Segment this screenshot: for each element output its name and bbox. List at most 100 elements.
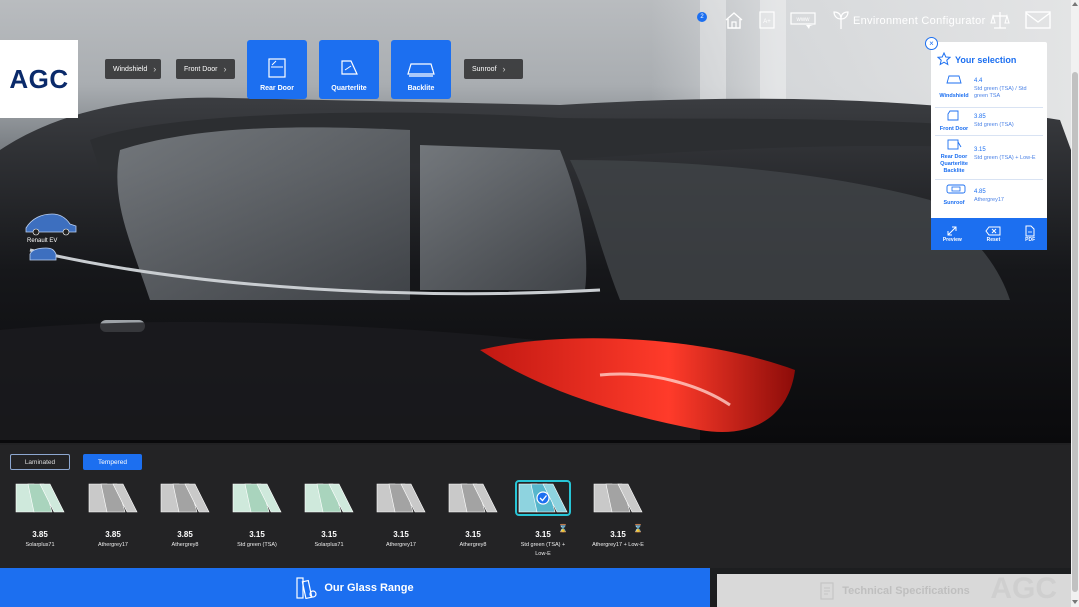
selection-row-rear-door[interactable]: Rear Door Quarterlite Backlite 3.15 Std … — [935, 138, 1043, 180]
selection-row-value: 3.85 — [974, 114, 986, 120]
glass-card-name: Athergrey8 — [459, 542, 487, 548]
tab-sunroof-label: Sunroof — [472, 65, 497, 73]
pdf-label: PDF — [1025, 237, 1036, 243]
tab-backlite-label: Backlite — [407, 85, 435, 92]
tab-quarterlite[interactable]: Quarterlite — [319, 40, 379, 99]
glass-card[interactable]: 3.15 Athergrey17 — [373, 480, 429, 550]
mail-icon[interactable] — [1025, 10, 1051, 30]
glass-sample-icon — [304, 483, 354, 513]
svg-text:A+: A+ — [763, 19, 771, 25]
glass-card-name: Athergrey17 — [386, 542, 416, 548]
glass-card[interactable]: 3.15 Athergrey17 + Low-E ⌛ — [590, 480, 646, 550]
star-icon — [937, 52, 951, 66]
glass-card-value: 3.15 — [249, 530, 265, 539]
website-icon[interactable]: www — [790, 10, 816, 30]
tab-front-door-label: Front Door — [184, 65, 218, 73]
glass-range-label: Our Glass Range — [324, 581, 414, 594]
reset-icon — [985, 226, 1001, 236]
text-size-icon[interactable]: A+ — [758, 10, 776, 30]
scroll-up-arrow[interactable] — [1072, 2, 1078, 6]
pdf-button[interactable]: PDF — [1025, 225, 1035, 243]
agc-watermark: AGC — [990, 574, 1057, 605]
selection-row-value: 4.85 — [974, 189, 986, 195]
glass-range-icon — [296, 576, 317, 599]
backlite-icon — [407, 63, 435, 77]
glass-card[interactable]: 3.85 Solarplus71 — [12, 480, 68, 550]
selection-row-sunroof[interactable]: Sunroof 4.85 Athergrey17 — [935, 182, 1043, 211]
agc-logo[interactable]: AGC — [0, 40, 78, 118]
glass-card-name: Athergrey17 + Low-E — [592, 542, 644, 548]
hourglass-icon: ⌛ — [558, 524, 568, 533]
reset-button[interactable]: Reset — [985, 225, 1001, 243]
glass-card-name: Std green (TSA) — [237, 542, 277, 548]
tab-rear-door[interactable]: Rear Door — [247, 40, 307, 99]
rear-door-icon — [268, 58, 286, 78]
front-door-icon — [947, 110, 959, 121]
windshield-icon — [946, 75, 962, 84]
selection-row-name: Rear Door Quarterlite Backlite — [940, 154, 968, 174]
environment-icon[interactable] — [833, 10, 849, 30]
glass-selection-area: Laminated Tempered 3.85 Solarplus71 3.85 At… — [0, 443, 1071, 568]
hourglass-icon: ⌛ — [633, 524, 643, 533]
glass-card[interactable]: 3.15 Std green (TSA) — [229, 480, 285, 550]
laminated-toggle[interactable]: Laminated — [10, 454, 70, 470]
selection-row-windshield[interactable]: Windshield 4.4 Std green (TSA) / Std gre… — [935, 74, 1043, 108]
glass-card[interactable]: 3.15 Std green (TSA) + Low-E ⌛ — [515, 480, 571, 559]
environment-configurator-link[interactable]: Environment Configurator — [853, 15, 986, 27]
selection-count-badge: 2 — [697, 12, 707, 22]
glass-card-name: Athergrey8 — [171, 542, 199, 548]
glass-card-value: 3.85 — [177, 530, 193, 539]
selection-row-name: Front Door — [939, 126, 969, 132]
tab-sunroof[interactable]: Sunroof › — [464, 59, 523, 79]
tempered-toggle[interactable]: Tempered — [83, 454, 142, 470]
scroll-thumb[interactable] — [1072, 72, 1078, 592]
scroll-down-arrow[interactable] — [1072, 600, 1078, 604]
glass-range-button[interactable]: Our Glass Range — [0, 568, 710, 607]
close-icon[interactable]: × — [925, 37, 938, 50]
glass-card-value: 3.15 — [393, 530, 409, 539]
glass-card[interactable]: 3.85 Athergrey17 — [85, 480, 141, 550]
glass-card-name: Solarplus71 — [314, 542, 344, 548]
chevron-right-icon: › — [153, 64, 157, 74]
glass-card-value: 3.85 — [32, 530, 48, 539]
quarterlite-icon — [341, 60, 358, 75]
glass-sample-icon — [15, 483, 65, 513]
tab-backlite[interactable]: Backlite — [391, 40, 451, 99]
glass-card[interactable]: 3.15 Athergrey8 — [445, 480, 501, 550]
legal-scale-icon[interactable] — [990, 10, 1010, 30]
selection-row-value: 3.15 — [974, 147, 986, 153]
tab-front-door[interactable]: Front Door › — [176, 59, 235, 79]
selection-row-desc: Std green (TSA) + Low-E — [974, 155, 1036, 161]
technical-specifications-button[interactable]: AGC Technical Specifications — [717, 574, 1071, 607]
glass-sample-icon — [376, 483, 426, 513]
reset-label: Reset — [986, 237, 1001, 243]
sunroof-icon — [946, 184, 966, 194]
car-model-label: Renault EV — [27, 238, 58, 244]
glass-sample-icon — [88, 483, 138, 513]
preview-button[interactable]: Preview — [943, 225, 962, 243]
glass-card-value: 3.15 — [321, 530, 337, 539]
page-scrollbar[interactable] — [1071, 0, 1079, 607]
selection-row-value: 4.4 — [974, 78, 983, 84]
glass-card-name: Std green (TSA) + Low-E — [520, 542, 566, 557]
logo-text: AGC — [9, 63, 69, 94]
rear-door-icon — [947, 139, 962, 150]
tab-windshield[interactable]: Windshield › — [105, 59, 161, 79]
selection-row-name: Windshield — [939, 93, 969, 99]
selection-title: Your selection — [955, 55, 1017, 65]
selection-row-front-door[interactable]: Front Door 3.85 Std green (TSA) — [935, 109, 1043, 136]
selection-row-desc: Athergrey17 — [974, 197, 1004, 203]
glass-sample-icon — [515, 480, 571, 516]
tab-rear-door-label: Rear Door — [260, 85, 294, 92]
glass-card-name: Solarplus71 — [25, 542, 55, 548]
svg-text:www: www — [796, 17, 811, 23]
tab-quarterlite-label: Quarterlite — [331, 85, 367, 92]
home-icon[interactable] — [724, 10, 744, 30]
selection-row-name: Sunroof — [943, 200, 965, 206]
selection-panel: × Your selection Windshield 4.4 Std gree… — [925, 37, 1047, 250]
tab-windshield-label: Windshield — [113, 65, 148, 73]
glass-card-value: 3.15 — [465, 530, 481, 539]
glass-card[interactable]: 3.15 Solarplus71 — [301, 480, 357, 550]
glass-card[interactable]: 3.85 Athergrey8 — [157, 480, 213, 550]
expand-icon — [947, 226, 957, 236]
